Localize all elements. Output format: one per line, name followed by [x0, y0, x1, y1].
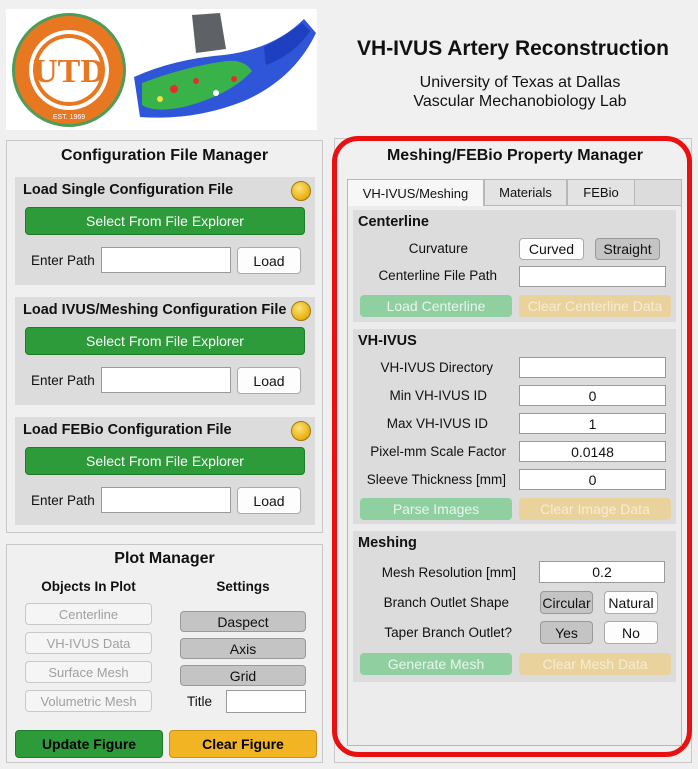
load-button[interactable]: Load: [237, 487, 301, 514]
config-section-ivus-meshing: Load IVUS/Meshing Configuration File Sel…: [15, 297, 315, 405]
tab-vhivus-meshing[interactable]: VH-IVUS/Meshing: [347, 179, 484, 207]
enter-path-label: Enter Path: [31, 493, 95, 508]
config-section-single: Load Single Configuration File Select Fr…: [15, 177, 315, 285]
sleeve-thickness-label: Sleeve Thickness [mm]: [366, 472, 506, 487]
logo-ring-bottom: EST. 1969: [53, 114, 85, 121]
objects-header: Objects In Plot: [41, 579, 136, 594]
clear-figure-button[interactable]: Clear Figure: [169, 730, 317, 758]
centerline-title: Centerline: [358, 214, 429, 230]
mesh-title: Meshing: [358, 535, 417, 551]
max-id-input[interactable]: 1: [519, 413, 666, 434]
axis-toggle[interactable]: Axis: [180, 638, 306, 659]
daspect-toggle[interactable]: Daspect: [180, 611, 306, 632]
path-input[interactable]: [101, 247, 231, 273]
generate-mesh-button[interactable]: Generate Mesh: [360, 653, 512, 675]
plot-object-surface-mesh[interactable]: Surface Mesh: [25, 661, 152, 683]
taper-no-toggle[interactable]: No: [604, 621, 658, 644]
natural-toggle[interactable]: Natural: [604, 591, 658, 614]
utd-logo: UTD EST. 1969: [12, 13, 126, 127]
config-panel: Configuration File Manager Load Single C…: [6, 140, 323, 533]
mesh-resolution-label: Mesh Resolution [mm]: [381, 565, 516, 580]
vhivus-section: VH-IVUS VH-IVUS Directory Min VH-IVUS ID…: [353, 329, 676, 524]
vhivus-directory-label: VH-IVUS Directory: [380, 360, 493, 375]
parse-images-button[interactable]: Parse Images: [360, 498, 512, 520]
title-label: Title: [187, 694, 213, 709]
curvature-label: Curvature: [408, 241, 468, 256]
scale-factor-input[interactable]: 0.0148: [519, 441, 666, 462]
plot-title: Plot Manager: [114, 550, 215, 567]
config-section-febio: Load FEBio Configuration File Select Fro…: [15, 417, 315, 525]
plot-object-vhivus-data[interactable]: VH-IVUS Data: [25, 632, 152, 654]
vhivus-directory-input[interactable]: [519, 357, 666, 378]
curved-toggle[interactable]: Curved: [519, 238, 584, 260]
min-id-input[interactable]: 0: [519, 385, 666, 406]
enter-path-label: Enter Path: [31, 373, 95, 388]
sleeve-thickness-input[interactable]: 0: [519, 469, 666, 490]
settings-header: Settings: [216, 579, 270, 594]
clear-centerline-button[interactable]: Clear Centerline Data: [519, 295, 671, 317]
app-title: VH-IVUS Artery Reconstruction: [357, 37, 669, 60]
circular-toggle[interactable]: Circular: [540, 591, 593, 614]
clear-mesh-data-button[interactable]: Clear Mesh Data: [519, 653, 671, 675]
clear-image-data-button[interactable]: Clear Image Data: [519, 498, 671, 520]
scale-factor-label: Pixel-mm Scale Factor: [370, 444, 506, 459]
tab-febio[interactable]: FEBio: [567, 179, 635, 206]
logo-text: UTD: [33, 53, 105, 90]
select-file-explorer-button[interactable]: Select From File Explorer: [25, 327, 305, 355]
update-figure-button[interactable]: Update Figure: [15, 730, 163, 758]
section-title: Load IVUS/Meshing Configuration File: [23, 302, 287, 318]
mesh-resolution-input[interactable]: 0.2: [539, 561, 665, 583]
meshing-title: Meshing/FEBio Property Manager: [386, 147, 644, 164]
path-input[interactable]: [101, 487, 231, 513]
grid-toggle[interactable]: Grid: [180, 665, 306, 686]
tab-materials[interactable]: Materials: [484, 179, 567, 206]
load-centerline-button[interactable]: Load Centerline: [360, 295, 512, 317]
org-line2: Vascular Mechanobiology Lab: [413, 93, 627, 110]
org-line1: University of Texas at Dallas: [419, 74, 621, 91]
plot-object-volumetric-mesh[interactable]: Volumetric Mesh: [25, 690, 152, 712]
status-lamp: [291, 181, 311, 201]
load-button[interactable]: Load: [237, 367, 301, 394]
select-file-explorer-button[interactable]: Select From File Explorer: [25, 207, 305, 235]
min-id-label: Min VH-IVUS ID: [389, 388, 487, 403]
outlet-shape-label: Branch Outlet Shape: [383, 595, 509, 610]
plot-object-centerline[interactable]: Centerline: [25, 603, 152, 625]
artery-render: [134, 13, 316, 118]
vhivus-title: VH-IVUS: [358, 333, 417, 349]
mesh-section: Meshing Mesh Resolution [mm] 0.2 Branch …: [353, 531, 676, 682]
load-button[interactable]: Load: [237, 247, 301, 274]
centerline-section: Centerline Curvature Curved Straight Cen…: [353, 210, 676, 322]
status-lamp: [291, 301, 311, 321]
enter-path-label: Enter Path: [31, 253, 95, 268]
meshing-panel: Meshing/FEBio Property Manager VH-IVUS/M…: [332, 136, 692, 763]
max-id-label: Max VH-IVUS ID: [386, 416, 488, 431]
taper-outlet-label: Taper Branch Outlet?: [384, 625, 512, 640]
status-lamp: [291, 421, 311, 441]
select-file-explorer-button[interactable]: Select From File Explorer: [25, 447, 305, 475]
centerline-path-label: Centerline File Path: [378, 268, 497, 283]
centerline-path-input[interactable]: [519, 266, 666, 287]
plot-panel: Plot Manager Objects In Plot Settings Ce…: [6, 544, 323, 763]
straight-toggle[interactable]: Straight: [595, 238, 660, 260]
header-image: UTD EST. 1969: [6, 9, 317, 130]
taper-yes-toggle[interactable]: Yes: [540, 621, 593, 644]
config-title: Configuration File Manager: [60, 147, 269, 164]
plot-title-input[interactable]: [226, 690, 306, 713]
path-input[interactable]: [101, 367, 231, 393]
section-title: Load Single Configuration File: [23, 182, 234, 198]
section-title: Load FEBio Configuration File: [23, 422, 232, 438]
